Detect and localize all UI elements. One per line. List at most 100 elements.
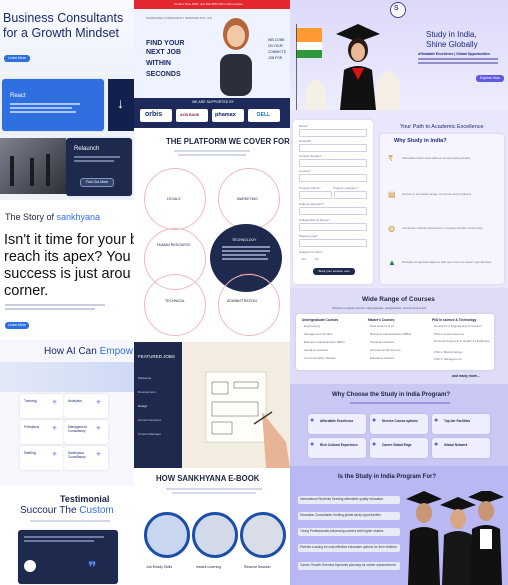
radio-yes[interactable]: Yes [301,257,306,261]
ai-card-analytics[interactable]: Analytics ✳ [64,394,108,418]
ai-card-pollutions[interactable]: Pollutions ✳ [20,420,64,444]
why-study-title: Why Study in India? [394,138,447,144]
course-ms-4[interactable]: Environmental Science [370,348,401,352]
label-college: College/School Name* [299,218,330,222]
featured-item-development[interactable]: Development [138,390,156,394]
network-icon: ✳ [52,400,58,406]
program-name-select[interactable] [299,191,332,199]
featured-item-design[interactable]: Design [138,404,147,408]
more-courses-link[interactable]: and many more... [452,374,480,378]
course-ug-2[interactable]: Management Studies [304,332,332,336]
explore-now-button[interactable]: Explore Now [476,75,504,82]
why-item-4: Globally recognized degrees that open up… [402,260,492,264]
story-section: The Story of sankhyana Isn't it time for… [0,200,134,340]
side-line-2: ON YOUR [268,44,283,48]
list-icon: ● [372,417,377,424]
circle-marketing[interactable]: MARKETING [218,168,280,230]
ebook-title: HOW SANKHYANA E-BOOK [156,474,260,483]
circle-administration[interactable]: ADMINISTRATION [218,274,280,336]
relaunch-title: Relaunch [74,146,100,152]
course-ms-2[interactable]: Business Administration (MBA) [370,332,411,336]
course-ug-1[interactable]: Engineering [304,324,320,328]
globe-icon: ◍ [388,224,395,233]
course-ug-5[interactable]: Communication Studies [304,356,336,360]
passout-input[interactable] [299,239,367,247]
testimonial-subtitle: Succour The Custom [20,505,114,516]
featured-item-product-manager[interactable]: Product Manager [138,432,161,436]
course-phd-4[interactable]: PhD in Biotechnology [434,350,463,354]
why-item-3: Immersive cultural experience in a globa… [402,226,483,230]
ai-title: How AI Can Empow [44,346,133,357]
graduate-taj-photo [296,24,400,110]
study-hero-title-1: Study in India, [426,30,477,39]
circle-technical[interactable]: TECHNICAL [144,274,206,336]
story-title: The Story of sankhyana [5,212,101,222]
ai-banner [0,362,134,392]
supported-by-label: WE ARE SUPPORTED BY [192,100,234,104]
hero-woman-photo [220,18,252,96]
why-item-1: Affordable tuition fees without compromi… [402,156,471,160]
testimonial-section: Testimonial Succour The Custom ❞ [0,486,134,585]
course-ms-1[interactable]: Data science & AI [370,324,394,328]
course-phd-5[interactable]: PhD in Management [434,357,461,361]
college-input[interactable] [299,223,367,231]
react-card: React [2,79,104,131]
path-title: Your Path to Academic Excellence [400,124,484,130]
courses-title: Wide Range of Courses [362,296,435,303]
consulting-hero: Business Consultants for a Growth Mindse… [0,0,134,72]
offer-banner[interactable]: Limited Time Offer: Get Flat 50% Off on … [134,0,290,9]
network-icon: ● [434,441,439,448]
ai-card-management[interactable]: Management Consultancy ✳ [64,420,108,444]
relaunch-button[interactable]: Find Out More [80,178,114,187]
email-input[interactable] [299,144,367,152]
testimonial-title: Testimonial [60,494,110,504]
money-icon: ₹ [388,154,394,163]
apex-line-3: success is just arou [4,266,131,282]
arrow-panel: ↓ [108,79,134,131]
featured-item-human-resource[interactable]: Human Resource [138,418,161,422]
circle-legals[interactable]: LEGALS [144,168,206,230]
label-country: Country* [299,169,311,173]
why-item-2: Access to a broader range of courses and… [402,192,472,196]
why-choose-title: Why Choose the Study in India Program? [332,392,451,398]
featured-jobs-sidebar: FEATURED JOBS Marketing Development Desi… [134,342,182,468]
name-input[interactable] [299,129,367,137]
course-ug-4[interactable]: Social Humanities [304,348,328,352]
leaf-icon: ✳ [52,426,58,432]
hero-learn-more-button[interactable]: Learn More [4,55,30,62]
ai-card-sankhyana[interactable]: Sankhyana Consultancy ✳ [64,446,108,470]
for-whom-title: Is the Study in India Program For? [338,474,437,480]
course-phd-1[interactable]: Research in Engineering Innovation [434,324,482,328]
study-hero-title-2: Shine Globally [426,40,478,49]
education-select[interactable] [299,207,367,215]
find-job-line-4: SECONDS [146,71,181,78]
contact-input[interactable] [299,159,367,167]
featured-item-marketing[interactable]: Marketing [138,376,151,380]
course-phd-3[interactable]: Doctoral Programs in Health & Healthcare [434,339,492,343]
building-icon: ✳ [96,452,102,458]
course-phd-2[interactable]: PhD in social sciences [434,332,464,336]
site-logo-icon[interactable]: S [390,2,406,18]
graduation-icon: ▲ [388,258,396,267]
program-category-select[interactable] [334,191,367,199]
arrow-down-icon[interactable]: ↓ [117,95,124,111]
find-job-line-2: NEXT JOB [146,49,182,56]
apex-learn-more-button[interactable]: Learn More [5,322,29,329]
office-photo [0,138,66,194]
ebook-section: HOW SANKHYANA E-BOOK Job-Ready Skills In… [134,468,290,585]
side-line-1: WELCOME [268,38,285,42]
course-ms-3[interactable]: Social Humanities [370,340,394,344]
course-ms-5[interactable]: Education Studies [370,356,394,360]
ebook-label-instant: Instant Learning [196,565,222,569]
ai-card-staffing[interactable]: Staffing ✳ [20,446,64,470]
react-section: React ↓ [0,74,134,134]
ebook-circle-job-ready [144,512,190,558]
country-select[interactable] [299,174,367,182]
radio-no[interactable]: No [315,257,319,261]
course-col-phd-title: PhD in science & Technology [432,318,477,322]
book-session-button[interactable]: Book your session now [313,268,355,275]
column-jobs-site: Limited Time Offer: Get Flat 50% Off on … [134,0,290,585]
course-ug-3[interactable]: Business Administration (BBA) [304,340,345,344]
hero-title-line2: for a Growth Mindset [3,26,120,40]
ai-card-training[interactable]: Training ✳ [20,394,64,418]
